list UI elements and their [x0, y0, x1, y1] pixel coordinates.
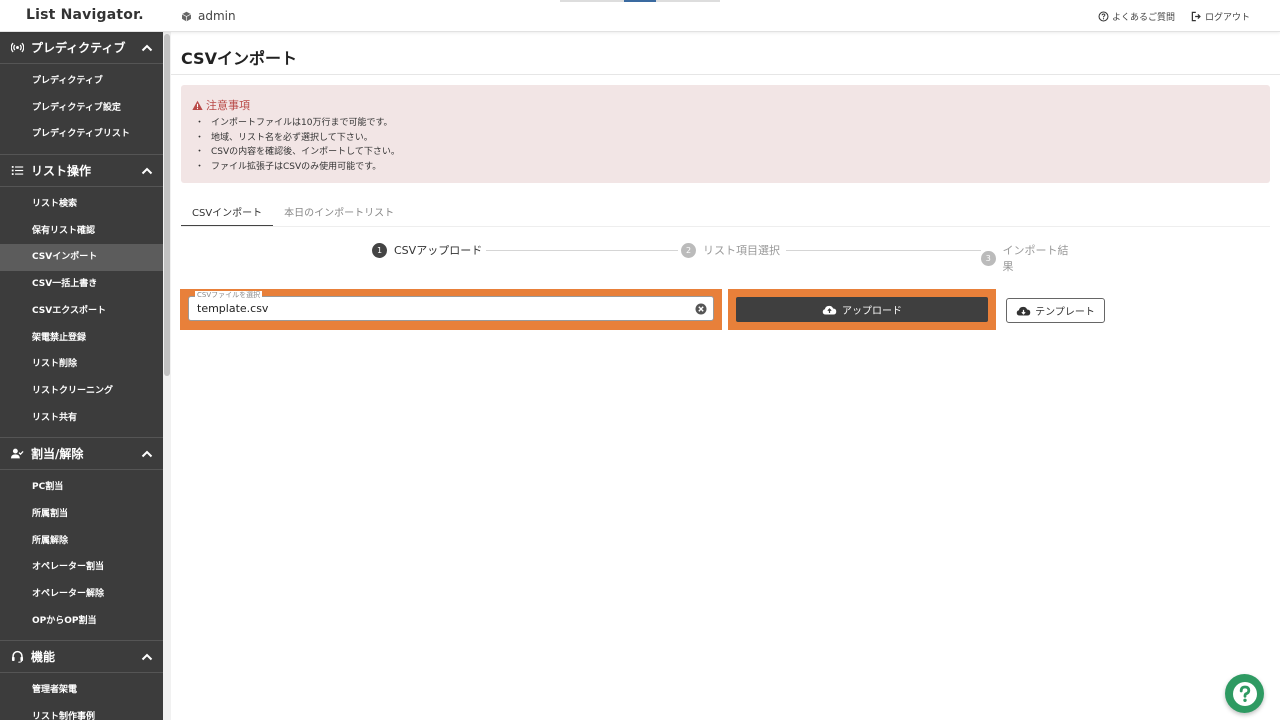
current-user: admin: [181, 9, 236, 23]
notice-item: ・インポートファイルは10万行まで可能です。: [195, 118, 393, 128]
cube-icon: [181, 11, 192, 21]
sidebar-item-csv-bulk-overwrite[interactable]: CSV一括上書き: [0, 271, 163, 298]
title-divider: [171, 74, 1280, 75]
step-connector: [786, 250, 981, 251]
sidebar-item-operator-release[interactable]: オペレーター解除: [0, 581, 163, 608]
chevron-up-icon: [141, 450, 153, 458]
sidebar-item-dept-assign[interactable]: 所属割当: [0, 501, 163, 528]
sidebar-item-pc-assign[interactable]: PC割当: [0, 474, 163, 501]
sidebar-item-owned-lists[interactable]: 保有リスト確認: [0, 218, 163, 245]
sidebar-scrollbar-thumb[interactable]: [164, 34, 170, 376]
tabs-divider: [181, 226, 1270, 227]
sidebar-section-features[interactable]: 機能: [0, 641, 163, 674]
notice-title: 注意事項: [192, 97, 250, 113]
cloud-upload-icon: [822, 305, 837, 314]
step-list-item-select: 2 リスト項目選択: [681, 242, 784, 258]
step-csv-upload: 1 CSVアップロード: [372, 242, 487, 258]
sidebar-section-list-ops[interactable]: リスト操作: [0, 155, 163, 188]
question-circle-icon: [1098, 11, 1109, 22]
sidebar-section-predictive[interactable]: プレディクティブ: [0, 32, 163, 64]
app-logo[interactable]: List Navigator.: [26, 7, 144, 23]
top-header: List Navigator. admin よくあるご質問 ログアウト: [0, 0, 1280, 32]
csv-file-input[interactable]: CSVファイルを選択 template.csv: [188, 291, 714, 321]
step-label: インポート結果: [1002, 244, 1069, 273]
logout-link[interactable]: ログアウト: [1191, 10, 1250, 23]
sidebar-item-csv-export[interactable]: CSVエクスポート: [0, 298, 163, 325]
sidebar-section-title: 機能: [31, 650, 56, 665]
sidebar-item-list-cleaning[interactable]: リストクリーニング: [0, 378, 163, 405]
user-name: admin: [198, 9, 236, 23]
sidebar-section-title: 割当/解除: [31, 447, 84, 462]
sidebar-item-list-delete[interactable]: リスト削除: [0, 351, 163, 378]
sidebar-item-op-to-op-assign[interactable]: OPからOP割当: [0, 608, 163, 635]
headset-icon: [10, 650, 24, 664]
step-number: 3: [981, 250, 996, 266]
chevron-up-icon: [141, 167, 153, 175]
sidebar-item-dept-release[interactable]: 所属解除: [0, 528, 163, 555]
broadcast-icon: [10, 41, 24, 55]
user-check-icon: [10, 447, 24, 461]
notice-box: 注意事項 ・インポートファイルは10万行まで可能です。 ・地域、リスト名を必ず選…: [181, 85, 1270, 183]
main-content: CSVインポート 注意事項 ・インポートファイルは10万行まで可能です。 ・地域…: [171, 32, 1280, 720]
sidebar-item-list-share[interactable]: リスト共有: [0, 405, 163, 432]
notice-item: ・ファイル拡張子はCSVのみ使用可能です。: [195, 161, 382, 172]
tab-todays-import-list[interactable]: 本日のインポートリスト: [273, 200, 405, 227]
sidebar-item-predictive-list[interactable]: プレディクティブリスト: [0, 121, 163, 148]
sidebar-item-list-search[interactable]: リスト検索: [0, 191, 163, 218]
sidebar-item-list-production[interactable]: リスト制作事例: [0, 704, 163, 720]
logout-label: ログアウト: [1204, 13, 1250, 23]
cloud-download-icon: [1016, 306, 1031, 315]
file-input-legend: CSVファイルを選択: [195, 291, 263, 300]
faq-label: よくあるご質問: [1111, 13, 1175, 23]
list-icon: [10, 164, 24, 178]
notice-item: ・ CSVの内容を確認後、インポートして下さい。: [195, 147, 400, 157]
template-download-button[interactable]: テンプレート: [1006, 298, 1105, 323]
step-number: 1: [372, 242, 387, 258]
step-label: CSVアップロード: [394, 244, 483, 257]
tab-csv-import[interactable]: CSVインポート: [181, 200, 274, 227]
template-label: テンプレート: [1035, 307, 1095, 318]
step-number: 2: [681, 242, 696, 258]
file-input-value: template.csv: [197, 302, 269, 315]
sidebar-item-operator-assign[interactable]: オペレーター割当: [0, 554, 163, 581]
warning-icon: [192, 100, 203, 110]
chevron-up-icon: [141, 44, 153, 52]
step-connector: [483, 250, 678, 251]
page-title: CSVインポート: [181, 49, 297, 68]
sidebar-section-assign[interactable]: 割当/解除: [0, 438, 163, 471]
step-import-result: 3 インポート結果: [981, 242, 1081, 274]
import-stepper: 1 CSVアップロード 2 リスト項目選択 3 インポート結果: [371, 242, 1081, 274]
notice-list: ・インポートファイルは10万行まで可能です。 ・地域、リスト名を必ず選択して下さ…: [195, 116, 400, 174]
upload-label: アップロード: [842, 306, 902, 317]
notice-item: ・地域、リスト名を必ず選択して下さい。: [195, 132, 373, 143]
sidebar-item-csv-import[interactable]: CSVインポート: [0, 244, 163, 272]
clear-icon[interactable]: [695, 303, 707, 315]
logout-icon: [1191, 11, 1201, 22]
chevron-up-icon: [141, 653, 153, 661]
sidebar-section-title: プレディクティブ: [31, 41, 126, 55]
top-progress-indicator: [560, 0, 720, 2]
upload-button[interactable]: アップロード: [736, 297, 988, 322]
help-button[interactable]: [1225, 674, 1264, 713]
help-icon: [1232, 681, 1257, 706]
sidebar-item-predictive[interactable]: プレディクティブ: [0, 68, 163, 95]
import-tabs: CSVインポート 本日のインポートリスト: [181, 200, 405, 227]
sidebar-item-predictive-settings[interactable]: プレディクティブ設定: [0, 95, 163, 122]
sidebar-section-title: リスト操作: [31, 164, 92, 179]
sidebar-item-admin-call[interactable]: 管理者架電: [0, 677, 163, 704]
sidebar-item-call-block[interactable]: 架電禁止登録: [0, 325, 163, 352]
sidebar: プレディクティブ プレディクティブ プレディクティブ設定 プレディクティブリスト…: [0, 32, 163, 720]
faq-link[interactable]: よくあるご質問: [1098, 10, 1175, 23]
step-label: リスト項目選択: [703, 244, 780, 257]
